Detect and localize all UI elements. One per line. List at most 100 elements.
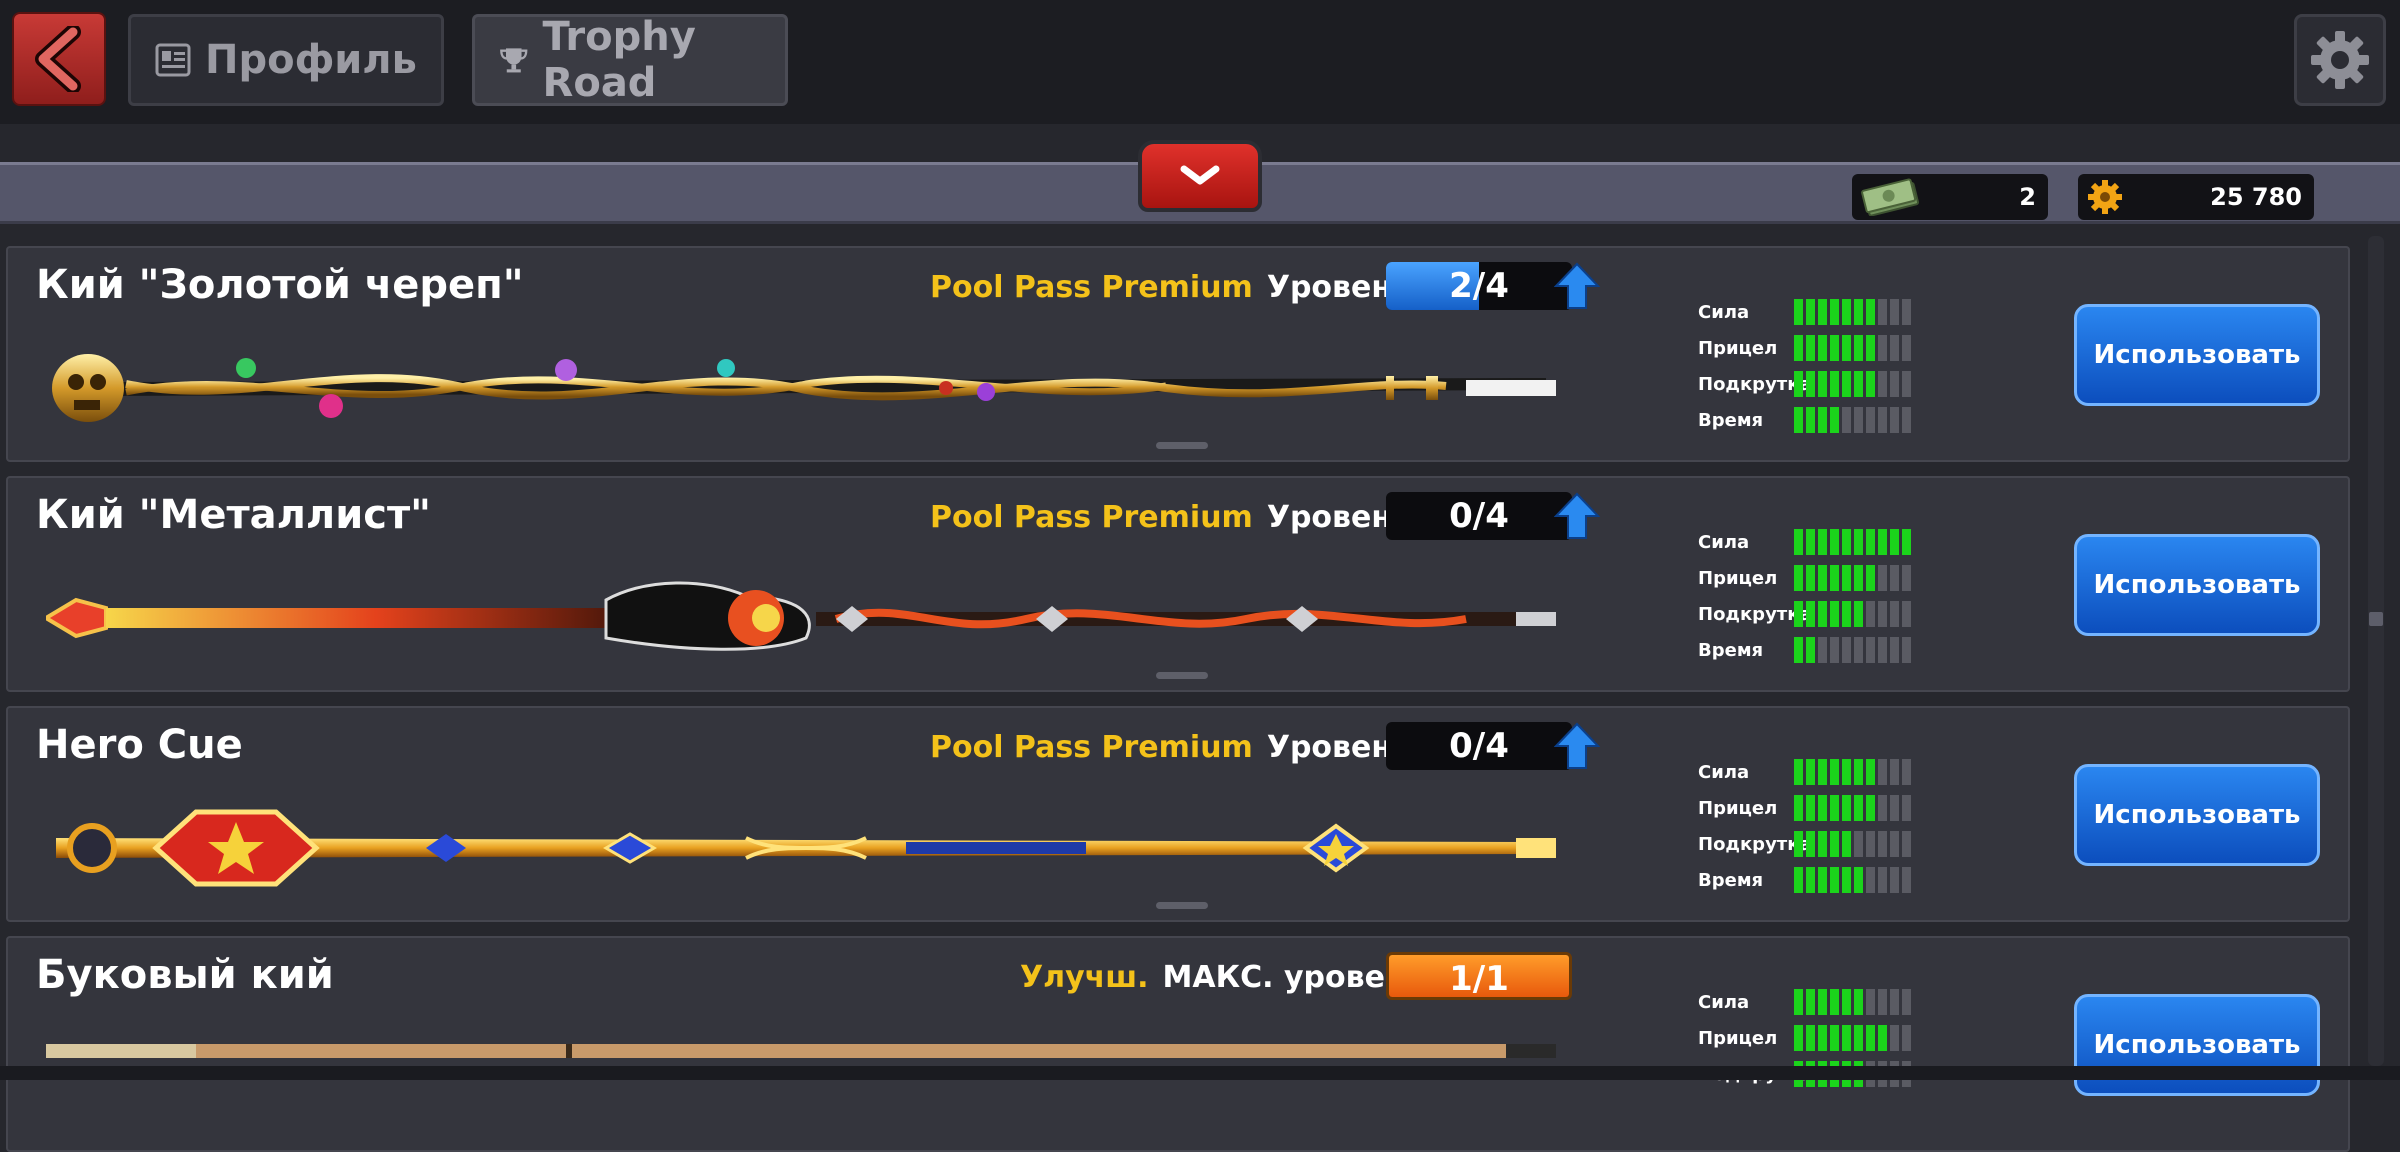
stat-segment — [1818, 601, 1827, 627]
stat-segment — [1806, 565, 1815, 591]
stat-row-aim: Прицел — [1698, 330, 1938, 366]
stat-segment — [1854, 637, 1863, 663]
stat-bars — [1794, 335, 1911, 361]
stat-bars — [1794, 299, 1911, 325]
expand-handle[interactable] — [1156, 442, 1208, 449]
back-button[interactable] — [12, 12, 106, 106]
stat-segment — [1902, 759, 1911, 785]
stat-segment — [1842, 759, 1851, 785]
stat-segment — [1794, 1025, 1803, 1051]
stat-segment — [1818, 335, 1827, 361]
cash-value: 2 — [2019, 183, 2036, 211]
scroll-thumb[interactable] — [2369, 612, 2383, 626]
stat-segment — [1830, 565, 1839, 591]
cue-pass-line: Pool Pass Premium Уровень 2 — [930, 500, 1442, 535]
upgrade-arrow-icon[interactable] — [1554, 492, 1600, 540]
stat-segment — [1794, 299, 1803, 325]
stat-segment — [1830, 371, 1839, 397]
upgrade-progress: 0/4 — [1386, 722, 1572, 770]
stat-segment — [1866, 529, 1875, 555]
stat-segment — [1878, 637, 1887, 663]
collapse-button[interactable] — [1138, 140, 1262, 212]
tab-trophy-road[interactable]: Trophy Road — [472, 14, 788, 106]
coins-counter[interactable]: 25 780 — [2078, 174, 2314, 220]
stat-segment — [1818, 759, 1827, 785]
tab-profile[interactable]: Профиль — [128, 14, 444, 106]
profile-card-icon — [155, 43, 191, 77]
stat-segment — [1830, 989, 1839, 1015]
cue-card: Кий "Металлист" Pool Pass Premium Уровен… — [6, 476, 2350, 692]
use-button[interactable]: Использовать — [2074, 304, 2320, 406]
stat-segment — [1830, 759, 1839, 785]
stat-segment — [1818, 565, 1827, 591]
stat-segment — [1854, 371, 1863, 397]
stat-segment — [1902, 601, 1911, 627]
stat-segment — [1818, 867, 1827, 893]
settings-button[interactable] — [2294, 14, 2386, 106]
stat-segment — [1890, 831, 1899, 857]
stat-label: Прицел — [1698, 337, 1778, 359]
stat-segment — [1794, 831, 1803, 857]
cue-name: Hero Cue — [36, 722, 243, 768]
stat-segment — [1842, 1025, 1851, 1051]
stat-segment — [1794, 601, 1803, 627]
cash-icon — [1861, 178, 1920, 216]
stat-segment — [1806, 601, 1815, 627]
cash-counter[interactable]: 2 — [1852, 174, 2048, 220]
stat-segment — [1878, 529, 1887, 555]
progress-text: 2/4 — [1449, 266, 1509, 306]
upgrade-arrow-icon[interactable] — [1554, 722, 1600, 770]
stat-segment — [1890, 565, 1899, 591]
stat-row-spin: Подкрутка — [1698, 826, 1938, 862]
stat-segment — [1806, 407, 1815, 433]
use-button[interactable]: Использовать — [2074, 994, 2320, 1096]
stat-segment — [1902, 989, 1911, 1015]
stat-segment — [1890, 299, 1899, 325]
stat-row-time: Время — [1698, 862, 1938, 898]
stat-segment — [1806, 529, 1815, 555]
scrollbar[interactable] — [2368, 236, 2384, 1066]
stat-segment — [1866, 989, 1875, 1015]
stat-label: Прицел — [1698, 567, 1778, 589]
stat-segment — [1902, 335, 1911, 361]
stat-segment — [1854, 1025, 1863, 1051]
stat-segment — [1830, 867, 1839, 893]
stat-row-spin: Подкрутка — [1698, 596, 1938, 632]
cue-stats: Сила Прицел Подкрутка Время — [1698, 524, 1938, 668]
stat-segment — [1866, 407, 1875, 433]
stat-segment — [1806, 371, 1815, 397]
stat-segment — [1878, 1025, 1887, 1051]
stat-bars — [1794, 1025, 1911, 1051]
expand-handle[interactable] — [1156, 902, 1208, 909]
stat-segment — [1878, 299, 1887, 325]
stat-bars — [1794, 831, 1911, 857]
stat-bars — [1794, 867, 1911, 893]
cue-image-beech — [46, 1044, 1556, 1058]
gear-icon — [2311, 31, 2369, 89]
stat-segment — [1842, 529, 1851, 555]
pass-label: Pool Pass Premium — [930, 730, 1253, 765]
cue-pass-line: Pool Pass Premium Уровень 2 — [930, 730, 1442, 765]
stat-segment — [1818, 1025, 1827, 1051]
stat-segment — [1866, 759, 1875, 785]
stat-segment — [1818, 795, 1827, 821]
upgrade-arrow-icon[interactable] — [1554, 262, 1600, 310]
cue-name: Буковый кий — [36, 952, 334, 998]
stat-segment — [1890, 371, 1899, 397]
coin-gear-icon — [2088, 180, 2122, 214]
expand-handle[interactable] — [1156, 672, 1208, 679]
coins-value: 25 780 — [2210, 183, 2302, 211]
stat-segment — [1866, 335, 1875, 361]
stat-segment — [1878, 407, 1887, 433]
use-button[interactable]: Использовать — [2074, 764, 2320, 866]
stat-segment — [1818, 637, 1827, 663]
stat-segment — [1842, 831, 1851, 857]
stat-segment — [1890, 795, 1899, 821]
use-button[interactable]: Использовать — [2074, 534, 2320, 636]
stat-segment — [1854, 407, 1863, 433]
stat-segment — [1878, 601, 1887, 627]
stat-segment — [1854, 867, 1863, 893]
stat-segment — [1842, 637, 1851, 663]
tab-trophy-road-label: Trophy Road — [542, 14, 696, 106]
stat-label: Время — [1698, 869, 1764, 891]
